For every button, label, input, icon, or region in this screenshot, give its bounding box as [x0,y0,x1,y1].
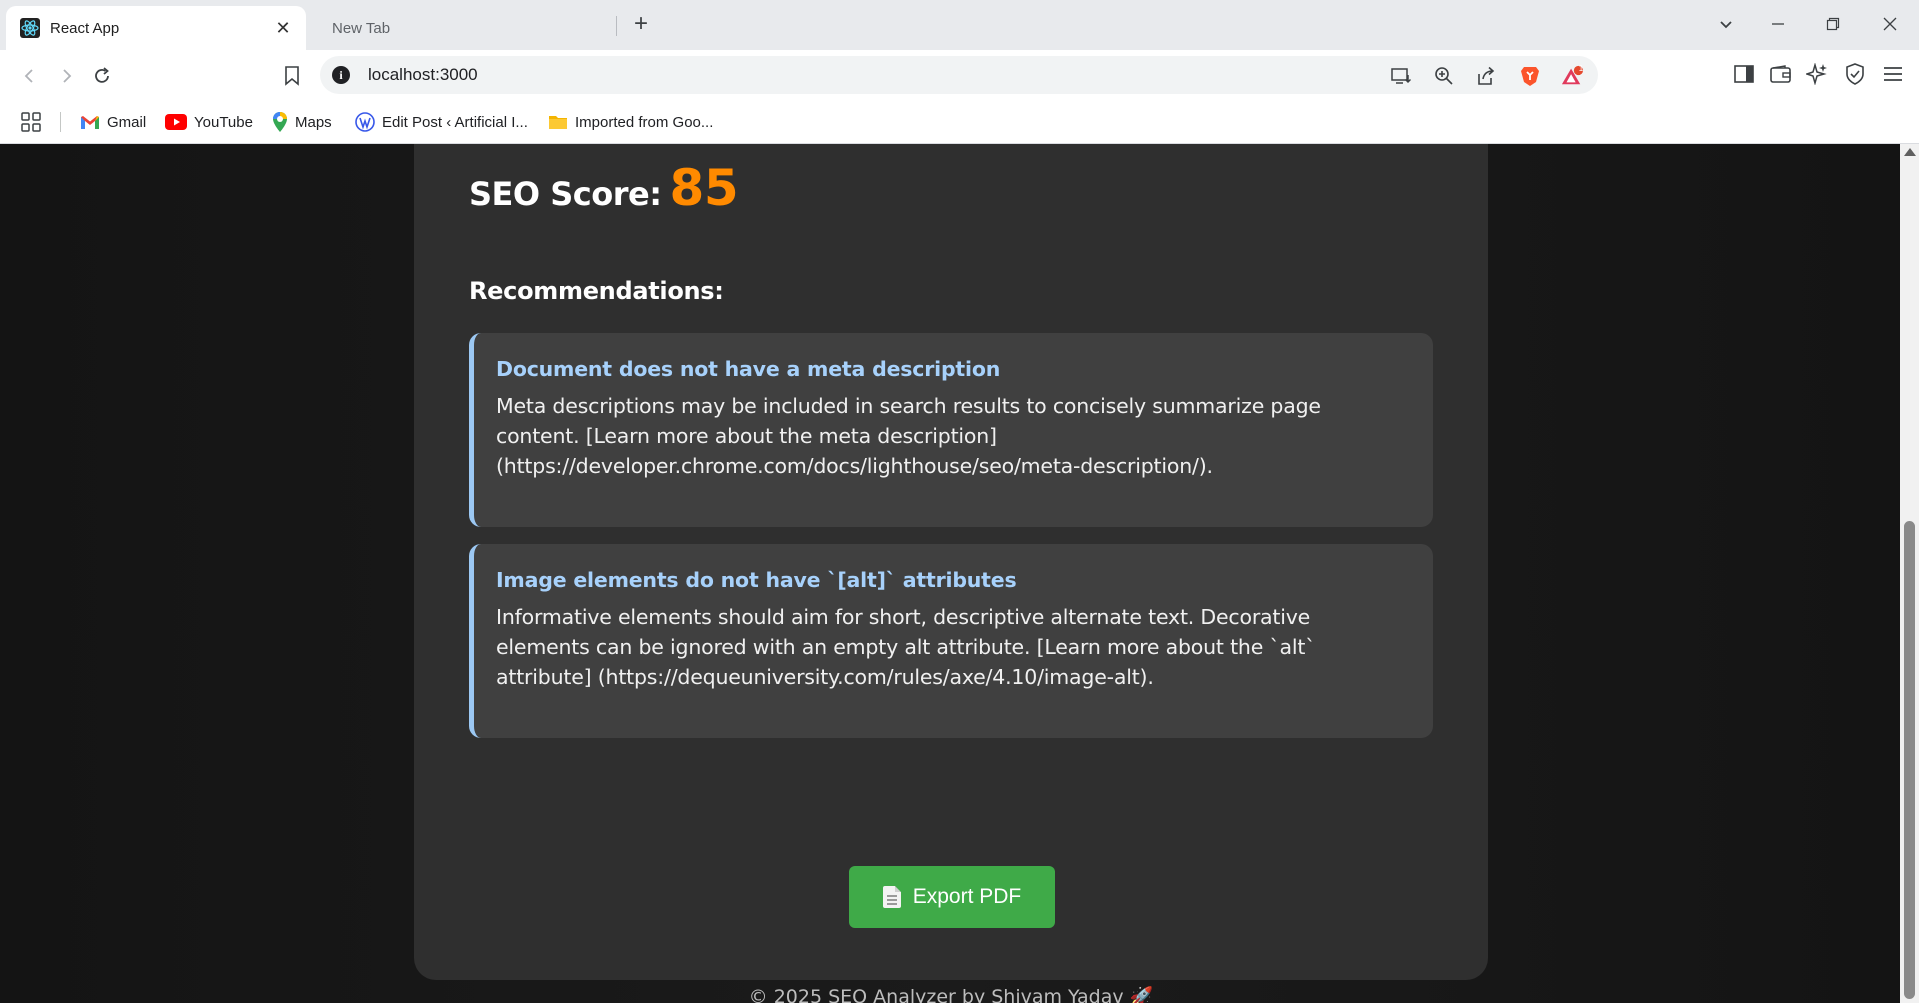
tab-strip: React App ✕ New Tab + [0,0,1919,50]
chevron-down-icon [1720,21,1732,29]
bookmark-label: Imported from Goo... [575,113,714,131]
tab-close-icon[interactable]: ✕ [272,18,294,39]
recommendation-description: Meta descriptions may be included in sea… [496,394,1321,478]
folder-icon [548,114,568,130]
address-bar[interactable]: i localhost:3000 1 [320,56,1598,94]
seo-score-value: 85 [669,159,739,217]
results-card: SEO Score: 85 Recommendations: Document d… [414,144,1488,1003]
tab-react-app[interactable]: React App ✕ [6,6,306,50]
install-app-icon[interactable] [1390,65,1412,87]
share-icon[interactable] [1475,65,1497,87]
bookmarks-bar: Gmail YouTube Maps Edit Post ‹ Artificia… [0,100,1919,144]
document-icon [882,886,901,908]
forward-button[interactable] [52,62,80,90]
minimize-icon [1772,23,1784,25]
page-viewport: SEO Score: 85 Recommendations: Document d… [0,144,1900,1003]
bookmark-icon [285,66,299,86]
seo-score: SEO Score: 85 [469,159,739,217]
bookmark-maps[interactable]: Maps [272,110,332,134]
zoom-icon[interactable] [1433,65,1455,87]
forward-arrow-icon [63,69,72,83]
wordpress-icon [355,112,375,132]
vpn-icon[interactable] [1843,62,1867,86]
tab-search-button[interactable] [1713,12,1739,38]
brave-shields-icon[interactable] [1519,65,1541,87]
bookmark-label: Edit Post ‹ Artificial I... [382,113,528,131]
reload-button[interactable] [88,62,116,90]
url-text[interactable]: localhost:3000 [368,65,478,85]
site-info-icon[interactable]: i [332,66,350,84]
recommendation-item: Image elements do not have `[alt]` attri… [469,544,1433,738]
recommendation-description: Informative elements should aim for shor… [496,605,1316,689]
bookmark-label: Gmail [107,113,147,131]
minimize-button[interactable] [1765,12,1791,38]
wallet-icon[interactable] [1769,62,1793,86]
export-pdf-label: Export PDF [912,885,1022,908]
apps-button[interactable] [20,110,42,134]
export-pdf-button[interactable]: Export PDF [849,866,1055,928]
bookmarks-divider [60,112,61,132]
recommendations-heading: Recommendations: [469,277,724,305]
rewards-badge: 1 [1578,64,1584,73]
react-logo-icon [20,18,40,38]
gmail-icon [80,115,100,130]
new-tab-button[interactable]: + [628,12,654,38]
restore-button[interactable] [1820,12,1846,38]
bookmark-gmail[interactable]: Gmail [80,110,146,134]
close-window-button[interactable] [1877,12,1903,38]
close-icon [1883,17,1897,31]
footer-credit: © 2025 SEO Analyzer by Shivam Yadav 🚀 [748,986,1154,1003]
bookmark-edit-post[interactable]: Edit Post ‹ Artificial I... [355,110,528,134]
bookmark-youtube[interactable]: YouTube [165,110,253,134]
restore-icon [1826,17,1840,31]
seo-score-label: SEO Score: [469,175,662,213]
apps-grid-icon [21,112,41,132]
recommendation-title: Document does not have a meta descriptio… [496,357,1001,381]
leo-ai-icon[interactable] [1805,62,1829,86]
recommendation-item: Document does not have a meta descriptio… [469,333,1433,527]
scrollbar-thumb[interactable] [1904,521,1915,999]
youtube-icon [165,114,187,130]
bookmark-label: Maps [295,113,332,131]
page-scrollbar[interactable] [1900,144,1919,1003]
bookmark-button[interactable] [278,62,306,90]
sidebar-icon[interactable] [1732,62,1756,86]
scroll-up-arrow-icon[interactable] [1904,148,1916,156]
bookmark-folder-imported[interactable]: Imported from Goo... [548,110,713,134]
tab-divider [616,16,617,36]
maps-icon [272,111,288,133]
menu-icon[interactable] [1881,62,1905,86]
reload-icon [95,67,109,83]
brave-rewards-icon[interactable]: 1 [1561,64,1584,87]
tab-new-tab[interactable]: New Tab [318,6,618,50]
bookmark-label: YouTube [194,113,253,131]
back-button[interactable] [16,62,44,90]
tab-title: React App [50,19,120,37]
tab-title: New Tab [332,19,391,37]
recommendation-title: Image elements do not have `[alt]` attri… [496,568,1017,592]
back-arrow-icon [24,69,33,83]
